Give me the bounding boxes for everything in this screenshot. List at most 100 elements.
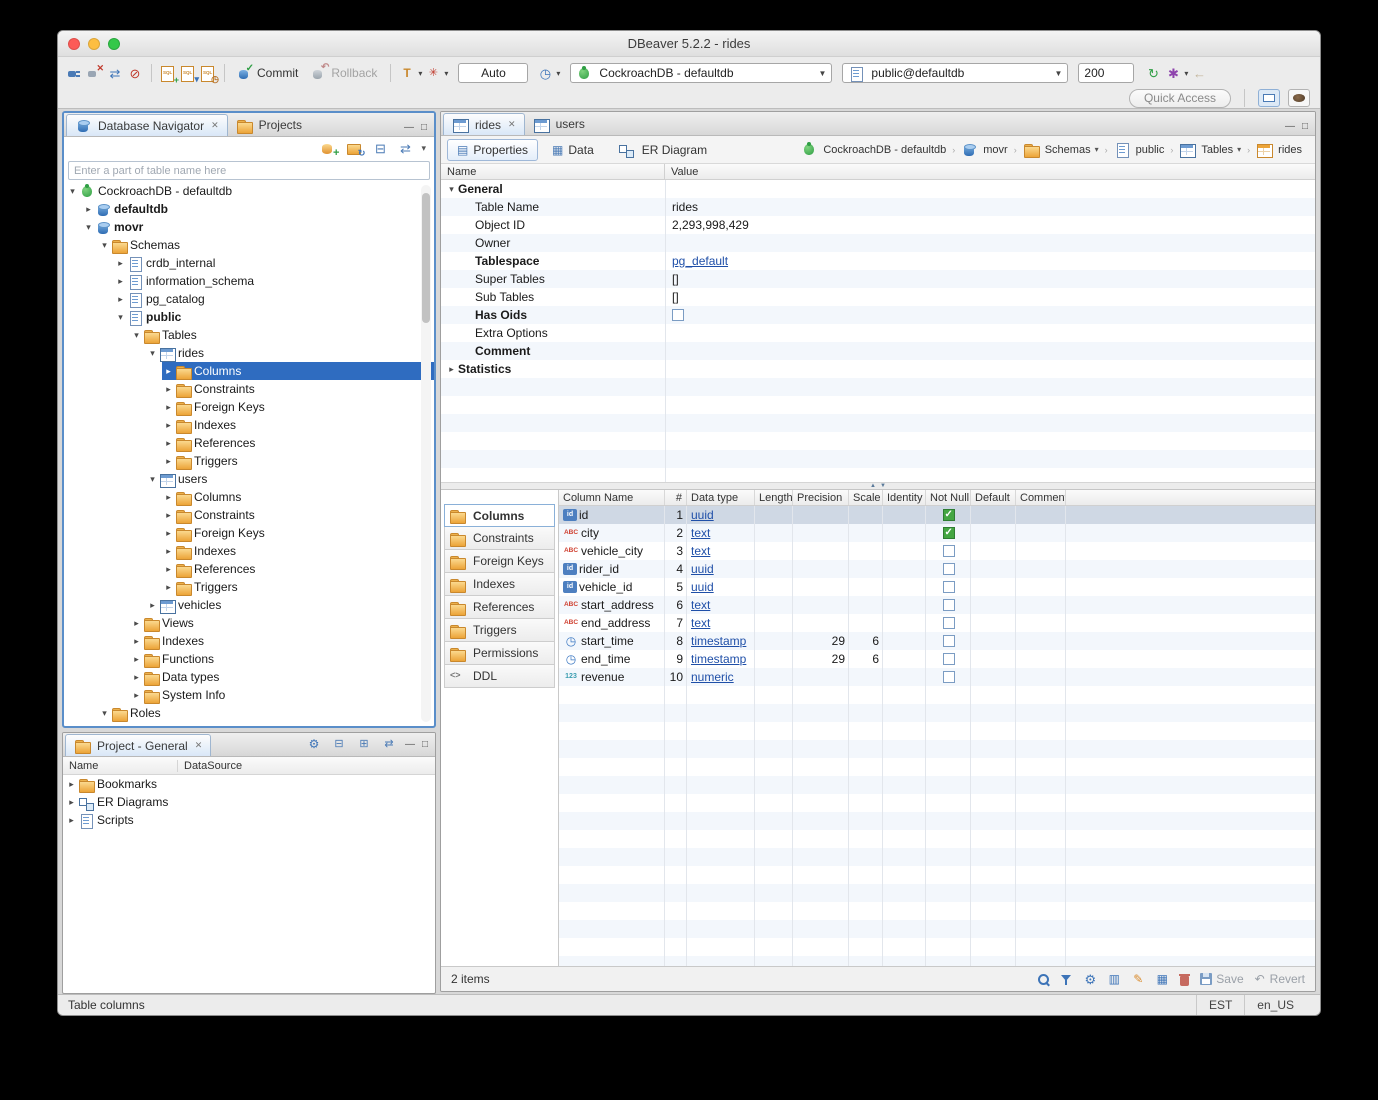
column-row-vehicle-city[interactable]: vehicle_city3text	[559, 542, 1315, 560]
expand-arrow[interactable]: ▸	[162, 420, 175, 431]
expand-arrow[interactable]: ▾	[114, 312, 127, 323]
not-null-checkbox[interactable]	[943, 509, 955, 521]
tree-item-defaultdb[interactable]: ▸defaultdb	[82, 200, 434, 218]
breadcrumb-item-public[interactable]: public	[1111, 141, 1168, 158]
column-header-precision[interactable]: Precision	[793, 490, 849, 505]
expand-arrow[interactable]: ▸	[162, 384, 175, 395]
breadcrumb-item-tables[interactable]: Tables▾	[1176, 141, 1244, 158]
tree-item-movr[interactable]: ▾movr	[82, 218, 434, 236]
splitter-up-icon[interactable]: ▲	[870, 483, 876, 489]
close-icon[interactable]: ✕	[508, 119, 516, 130]
expand-arrow[interactable]: ▸	[130, 636, 143, 647]
expand-arrow[interactable]: ▸	[162, 528, 175, 539]
disconnect-icon[interactable]	[86, 65, 104, 82]
expand-arrow[interactable]: ▸	[162, 366, 175, 377]
close-icon[interactable]: ✕	[195, 740, 203, 751]
delete-row-icon[interactable]	[1179, 973, 1190, 986]
data-type-link[interactable]: uuid	[691, 508, 714, 522]
expand-arrow[interactable]: ▸	[114, 258, 127, 269]
perspective-dbeaver-icon[interactable]	[1288, 89, 1310, 107]
splitter[interactable]: ▲ ▼	[441, 482, 1315, 490]
new-connection-icon[interactable]	[66, 65, 84, 82]
tree-item-references[interactable]: ▸References	[162, 434, 434, 452]
tree-item-crdb-internal[interactable]: ▸crdb_internal	[114, 254, 434, 272]
column-header-name[interactable]: Name	[63, 760, 178, 772]
tree-item-columns[interactable]: ▸Columns	[162, 362, 434, 380]
column-row-end-address[interactable]: end_address7text	[559, 614, 1315, 632]
expand-arrow[interactable]: ▾	[98, 708, 111, 719]
property-row-statistics[interactable]: ▸Statistics	[441, 360, 1315, 378]
data-type-link[interactable]: text	[691, 616, 710, 630]
column-row-end-time[interactable]: end_time9timestamp296	[559, 650, 1315, 668]
column-header-not-null[interactable]: Not Null	[926, 490, 971, 505]
expand-arrow[interactable]: ▸	[162, 546, 175, 557]
property-row-extra-options[interactable]: Extra Options	[441, 324, 1315, 342]
view-menu-icon[interactable]: ▾	[421, 143, 426, 154]
data-type-link[interactable]: uuid	[691, 580, 714, 594]
new-sql-editor-icon[interactable]: +	[159, 65, 177, 82]
property-row-has-oids[interactable]: Has Oids	[441, 306, 1315, 324]
column-header-data-type[interactable]: Data type	[687, 490, 755, 505]
column-header-[interactable]: #	[665, 490, 687, 505]
commit-button[interactable]: Commit	[232, 64, 304, 83]
tree-item-indexes[interactable]: ▸Indexes	[130, 632, 434, 650]
project-item-er-diagrams[interactable]: ▸ER Diagrams	[65, 793, 435, 811]
data-type-link[interactable]: text	[691, 544, 710, 558]
tab-projects[interactable]: Projects	[228, 114, 310, 136]
expand-arrow[interactable]: ▸	[162, 438, 175, 449]
commit-mode-select[interactable]: Auto	[458, 63, 528, 83]
tree-item-constraints[interactable]: ▸Constraints	[162, 380, 434, 398]
expand-arrow[interactable]: ▾	[130, 330, 143, 341]
not-null-checkbox[interactable]	[943, 527, 955, 539]
refresh-icon[interactable]: ↻	[1144, 65, 1162, 82]
column-header-default[interactable]: Default	[971, 490, 1016, 505]
tree-item-triggers[interactable]: ▸Triggers	[162, 452, 434, 470]
expand-arrow[interactable]: ▸	[65, 815, 78, 826]
detail-tab-columns[interactable]: Columns	[444, 504, 555, 527]
tree-item-functions[interactable]: ▸Functions	[130, 650, 434, 668]
expand-arrow[interactable]: ▸	[162, 402, 175, 413]
project-item-bookmarks[interactable]: ▸Bookmarks	[65, 775, 435, 793]
column-header-length[interactable]: Length	[755, 490, 793, 505]
property-row-object-id[interactable]: Object ID2,293,998,429	[441, 216, 1315, 234]
tree-item-indexes[interactable]: ▸Indexes	[162, 542, 434, 560]
filter-icon[interactable]	[1060, 973, 1073, 986]
data-type-link[interactable]: text	[691, 526, 710, 540]
tree-item-indexes[interactable]: ▸Indexes	[162, 416, 434, 434]
not-null-checkbox[interactable]	[943, 581, 955, 593]
pending-transactions-icon[interactable]: ✳	[424, 65, 442, 82]
data-type-link[interactable]: timestamp	[691, 634, 746, 648]
tree-item-foreign-keys[interactable]: ▸Foreign Keys	[162, 524, 434, 542]
transaction-log-icon[interactable]: ◷	[536, 65, 554, 82]
expand-arrow[interactable]: ▸	[162, 492, 175, 503]
tree-item-tables[interactable]: ▾Tables	[130, 326, 434, 344]
not-null-checkbox[interactable]	[943, 617, 955, 629]
property-value[interactable]: 2,293,998,429	[665, 218, 1315, 232]
scrollbar-thumb[interactable]	[422, 193, 430, 323]
tree-item-vehicles[interactable]: ▸vehicles	[146, 596, 434, 614]
tab-project-general[interactable]: Project - General ✕	[65, 734, 211, 756]
column-header-comment[interactable]: Comment	[1016, 490, 1066, 505]
column-header-name[interactable]: Name	[441, 164, 665, 179]
tree-item-schemas[interactable]: ▾Schemas	[98, 236, 434, 254]
new-connection-icon[interactable]	[321, 140, 339, 157]
property-row-sub-tables[interactable]: Sub Tables[]	[441, 288, 1315, 306]
not-null-checkbox[interactable]	[943, 653, 955, 665]
breadcrumb-item-cockroachdb-defaultdb[interactable]: CockroachDB - defaultdb	[798, 141, 949, 158]
splitter-down-icon[interactable]: ▼	[880, 483, 886, 489]
gear-icon[interactable]: ⚙	[305, 736, 323, 753]
tree-item-system-info[interactable]: ▸System Info	[130, 686, 434, 704]
transaction-log-caret-icon[interactable]: ▾	[556, 69, 560, 78]
detail-tab-indexes[interactable]: Indexes	[444, 573, 555, 596]
expand-arrow[interactable]: ▸	[146, 600, 159, 611]
column-row-rider-id[interactable]: rider_id4uuid	[559, 560, 1315, 578]
abort-connection-icon[interactable]: ⊘	[126, 65, 144, 82]
navigator-scrollbar[interactable]	[421, 185, 431, 722]
data-type-link[interactable]: timestamp	[691, 652, 746, 666]
property-row-super-tables[interactable]: Super Tables[]	[441, 270, 1315, 288]
detail-tab-ddl[interactable]: DDL	[444, 665, 555, 688]
column-header-identity[interactable]: Identity	[883, 490, 926, 505]
data-type-link[interactable]: numeric	[691, 670, 734, 684]
column-row-city[interactable]: city2text	[559, 524, 1315, 542]
column-header-value[interactable]: Value	[665, 166, 698, 178]
